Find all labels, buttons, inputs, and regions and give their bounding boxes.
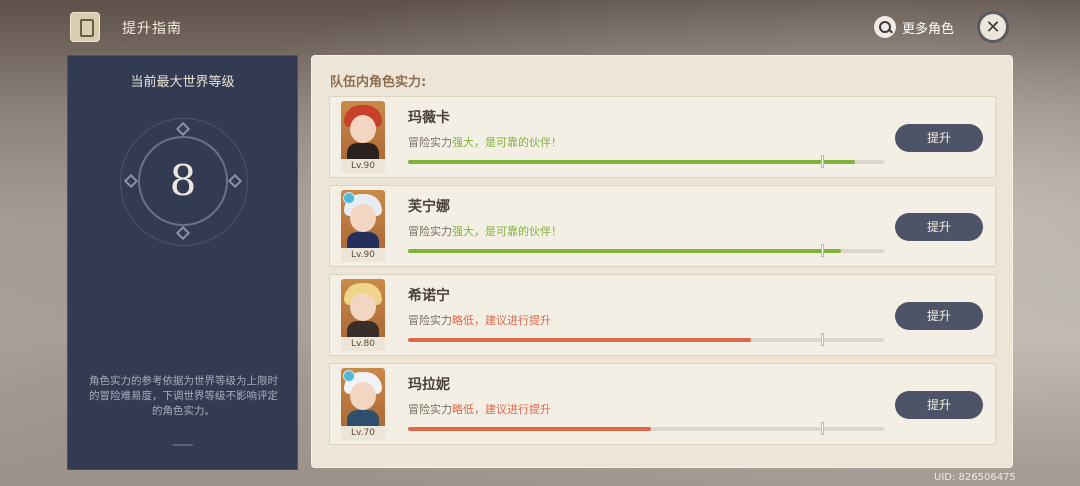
guide-book-icon: [70, 12, 100, 42]
page-title: 提升指南: [122, 21, 182, 37]
close-icon: ✕: [985, 16, 1001, 38]
top-bar: 提升指南 更多角色 ✕: [0, 0, 1080, 54]
more-characters-label: 更多角色: [902, 21, 955, 37]
character-level: Lv.90: [341, 248, 385, 262]
world-level-title: 当前最大世界等级: [130, 75, 235, 90]
status-prefix: 冒险实力: [408, 136, 452, 149]
world-level-panel: 当前最大世界等级 8 角色实力的参考依据为世界等级为上限时的冒险难易度，下调世界…: [67, 55, 298, 470]
character-name: 希诺宁: [408, 288, 450, 304]
status-grade: 略低，建议进行提升: [452, 403, 551, 416]
strength-bar-marker: [821, 244, 825, 257]
character-card: Lv.90 玛薇卡 冒险实力强大，是可靠的伙伴！ 提升: [329, 96, 996, 178]
character-name: 玛拉妮: [408, 377, 450, 393]
character-level: Lv.90: [341, 159, 385, 173]
strength-bar: [408, 244, 884, 257]
strength-bar: [408, 155, 884, 168]
level-up-button[interactable]: 提升: [895, 302, 983, 330]
panel-ornament: [173, 434, 193, 446]
world-level-note: 角色实力的参考依据为世界等级为上限时的冒险难易度，下调世界等级不影响评定的角色实…: [89, 375, 278, 417]
character-level: Lv.80: [341, 337, 385, 351]
status-prefix: 冒险实力: [408, 225, 452, 238]
status-grade: 略低，建议进行提升: [452, 314, 551, 327]
strength-bar-marker: [821, 155, 825, 168]
more-characters-button[interactable]: 更多角色: [874, 14, 954, 40]
character-card: Lv.90 芙宁娜 冒险实力强大，是可靠的伙伴！ 提升: [329, 185, 996, 267]
strength-bar-marker: [821, 422, 825, 435]
character-level: Lv.70: [341, 426, 385, 440]
character-status: 冒险实力略低，建议进行提升: [408, 312, 551, 328]
character-status: 冒险实力略低，建议进行提升: [408, 401, 551, 417]
status-grade: 强大，是可靠的伙伴！: [452, 136, 562, 149]
status-grade: 强大，是可靠的伙伴！: [452, 225, 562, 238]
level-up-button[interactable]: 提升: [895, 124, 983, 152]
world-level-value: 8: [169, 156, 197, 205]
character-status: 冒险实力强大，是可靠的伙伴！: [408, 134, 562, 150]
character-name: 芙宁娜: [408, 199, 450, 215]
uid-label: UID: 826506475: [934, 472, 1016, 483]
strength-bar: [408, 422, 884, 435]
strength-bar: [408, 333, 884, 346]
character-status: 冒险实力强大，是可靠的伙伴！: [408, 223, 562, 239]
strength-bar-fill: [408, 160, 856, 164]
level-up-button[interactable]: 提升: [895, 213, 983, 241]
team-strength-heading: 队伍内角色实力:: [330, 75, 427, 90]
close-button[interactable]: ✕: [977, 11, 1009, 43]
hydro-element-icon: [343, 192, 355, 204]
strength-bar-fill: [408, 427, 651, 431]
status-prefix: 冒险实力: [408, 314, 452, 327]
strength-bar-fill: [408, 249, 842, 253]
character-name: 玛薇卡: [408, 110, 450, 126]
character-card: Lv.70 玛拉妮 冒险实力略低，建议进行提升 提升: [329, 363, 996, 445]
team-strength-panel: 队伍内角色实力: Lv.90 玛薇卡 冒险实力强大，是可靠的伙伴！ 提升 Lv.…: [311, 55, 1013, 468]
strength-bar-marker: [821, 333, 825, 346]
search-icon: [874, 16, 896, 38]
hydro-element-icon: [343, 370, 355, 382]
status-prefix: 冒险实力: [408, 403, 452, 416]
strength-bar-fill: [408, 338, 751, 342]
level-up-button[interactable]: 提升: [895, 391, 983, 419]
character-card: Lv.80 希诺宁 冒险实力略低，建议进行提升 提升: [329, 274, 996, 356]
